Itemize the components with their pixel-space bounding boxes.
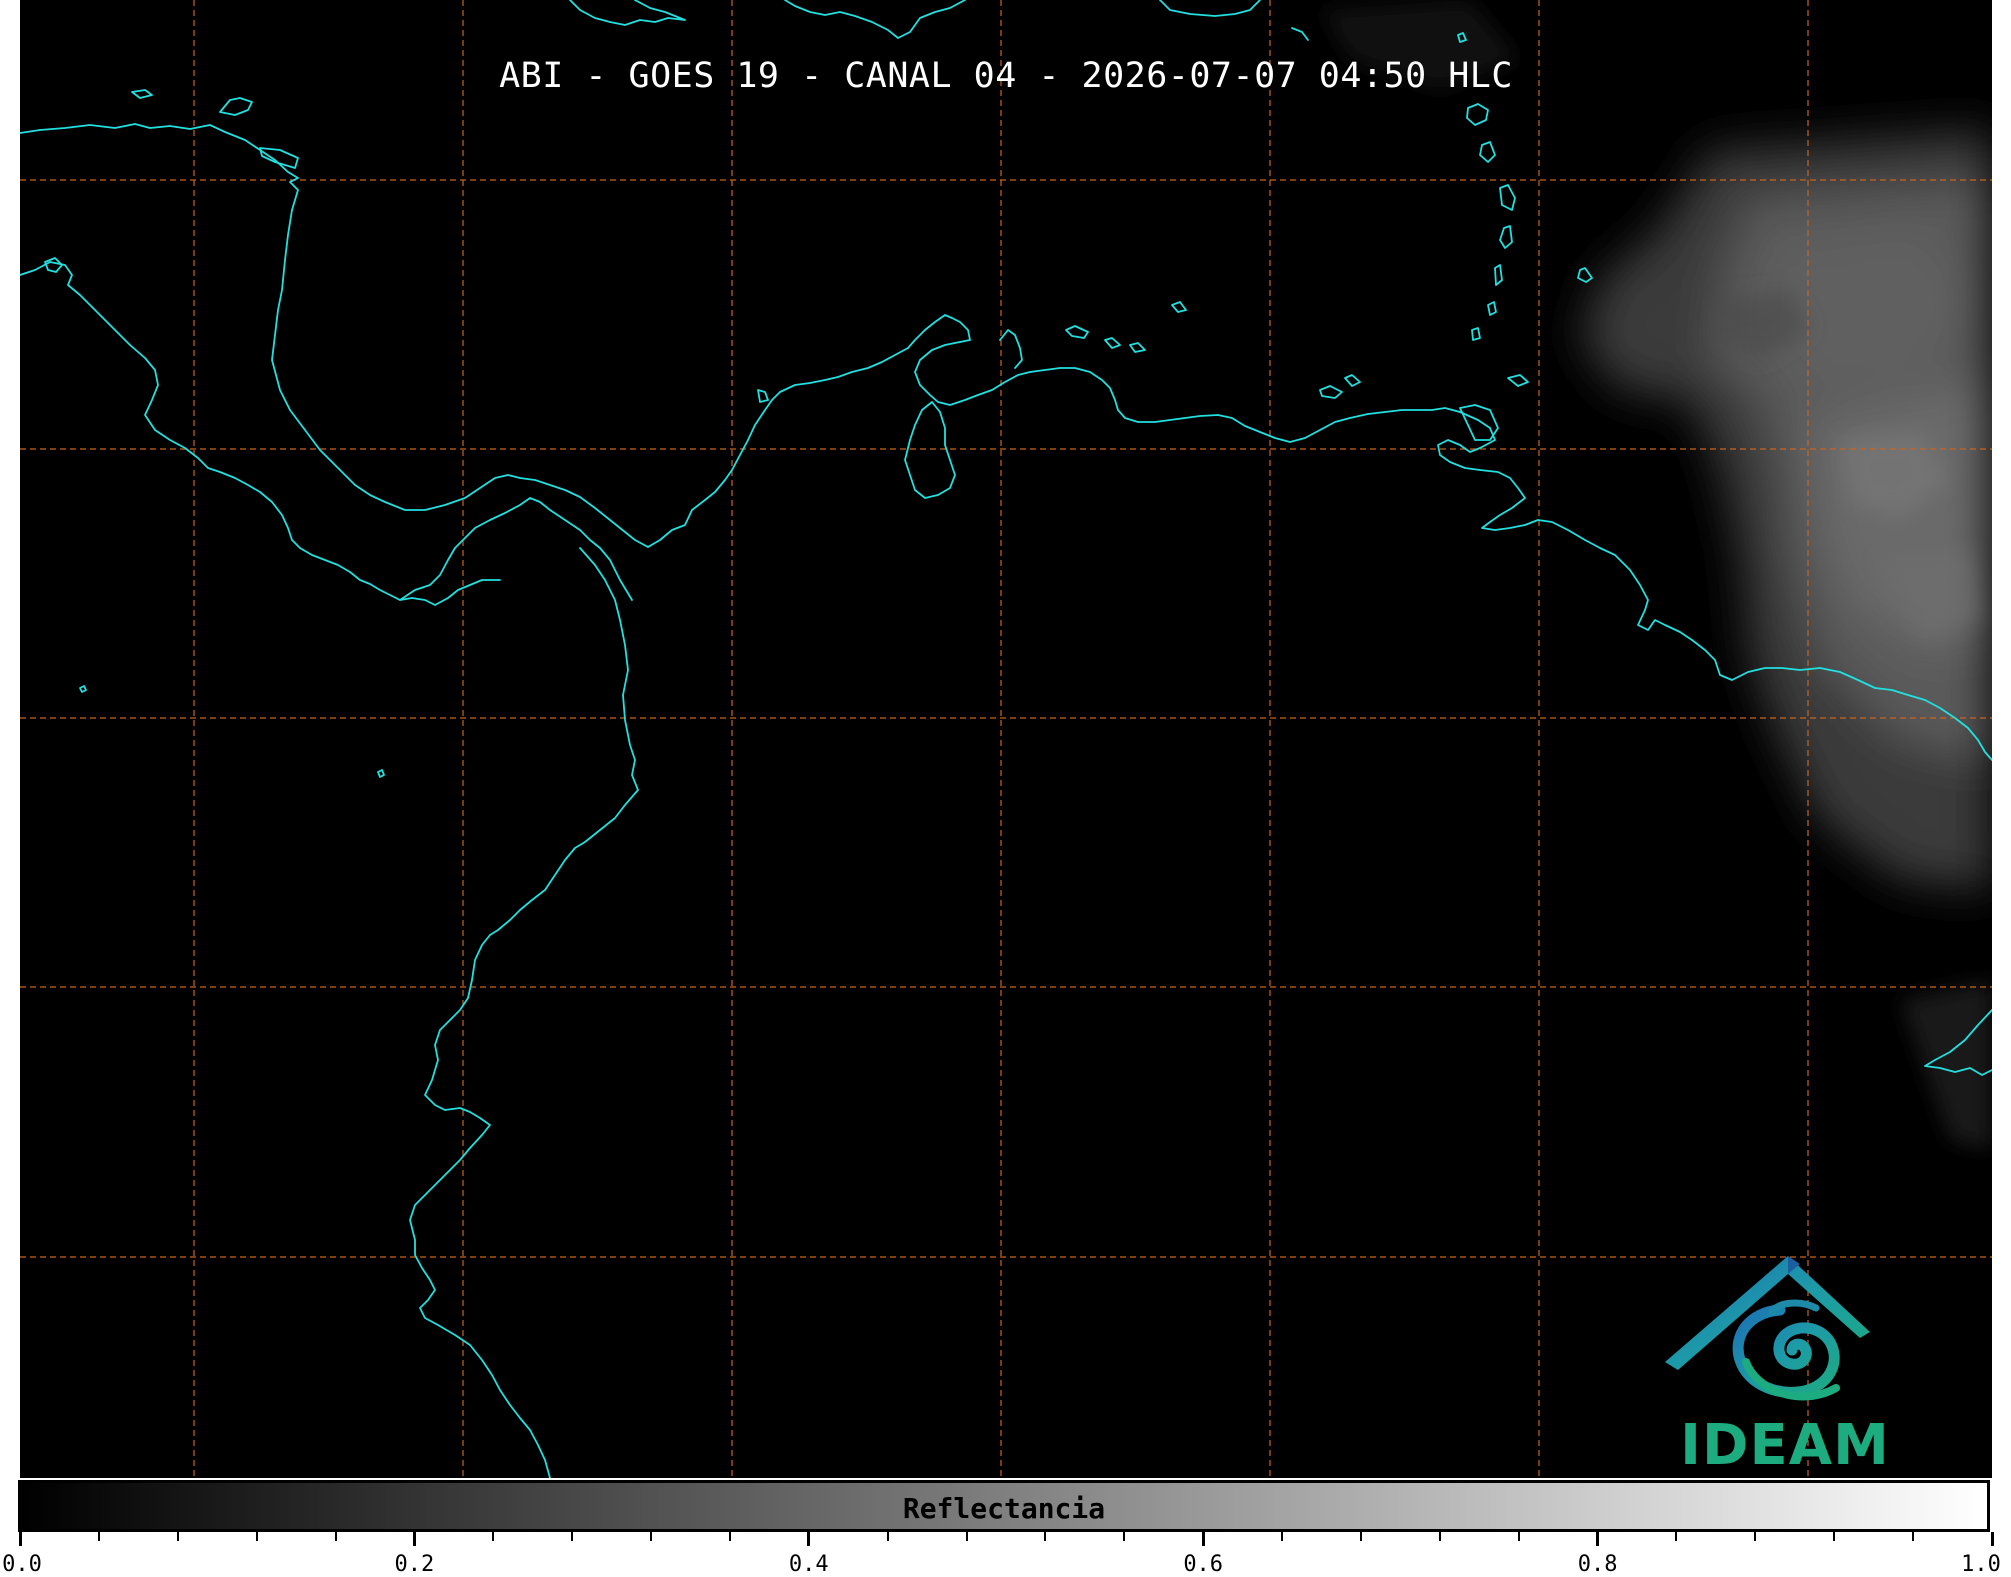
- colorbar-major-tick: [412, 1532, 416, 1546]
- colorbar-tick-label: 0.0: [2, 1552, 42, 1577]
- colorbar-minor-tick: [492, 1532, 495, 1541]
- coastline-guajira: [999, 329, 1023, 369]
- colorbar-minor-tick: [650, 1532, 653, 1541]
- island-antilles: [1479, 141, 1496, 163]
- cloud-field: [1580, 130, 1992, 890]
- island-antilles: [1499, 184, 1516, 211]
- colorbar-minor-tick: [886, 1532, 889, 1541]
- colorbar-minor-tick: [97, 1532, 100, 1541]
- coastline-puerto-rico: [1159, 0, 1261, 17]
- island-tobago: [1507, 374, 1529, 387]
- colorbar-minor-tick: [1754, 1532, 1757, 1541]
- colorbar-major-tick: [1990, 1532, 1994, 1546]
- coastline-hispaniola: [784, 0, 966, 39]
- island-caribbean: [44, 257, 63, 273]
- island-san-andres: [757, 389, 769, 403]
- island-antilles: [1494, 264, 1503, 286]
- colorbar: Reflectancia: [18, 1480, 1990, 1532]
- colorbar-tick-label: 0.6: [1183, 1552, 1224, 1577]
- colorbar-minor-tick: [255, 1532, 258, 1541]
- colorbar-minor-tick: [1833, 1532, 1836, 1541]
- colorbar-minor-tick: [1123, 1532, 1126, 1541]
- coastline-cuba: [569, 0, 686, 26]
- colorbar-minor-tick: [1438, 1532, 1441, 1541]
- colorbar-minor-tick: [1517, 1532, 1520, 1541]
- lake-maracaibo: [904, 401, 956, 499]
- island-margarita: [1319, 385, 1343, 399]
- colorbar-minor-tick: [728, 1532, 731, 1541]
- colorbar-major-tick: [807, 1532, 811, 1546]
- coastline-colombia-pacific: [409, 547, 639, 1478]
- island-caribbean: [259, 147, 299, 169]
- logo-text: IDEAM: [1680, 1413, 1890, 1478]
- colorbar-tick-label: 0.2: [394, 1552, 435, 1577]
- island-abc: [1104, 337, 1121, 349]
- island-barbados: [1577, 267, 1593, 283]
- island-caribbean: [219, 97, 253, 116]
- island-malpelo: [79, 685, 87, 693]
- ideam-logo: IDEAM: [1660, 1250, 1910, 1478]
- colorbar-minor-tick: [1044, 1532, 1047, 1541]
- colorbar-major-tick: [1201, 1532, 1205, 1546]
- colorbar-minor-tick: [965, 1532, 968, 1541]
- island-abc: [1065, 325, 1089, 339]
- colorbar-tick-label: 0.8: [1577, 1552, 1618, 1577]
- coastline-panama: [399, 497, 633, 601]
- island-antilles: [1471, 327, 1481, 341]
- colorbar-tick-label: 0.4: [788, 1552, 829, 1577]
- colorbar-minor-tick: [176, 1532, 179, 1541]
- colorbar-minor-tick: [1359, 1532, 1362, 1541]
- colorbar-tick-label: 1.0: [1961, 1552, 2001, 1577]
- colorbar-ticks: 0.0 0.2 0.4 0.6 0.8 1.0: [0, 1532, 2011, 1577]
- island-abc: [1129, 342, 1146, 353]
- ideam-mountain-swirl-icon: [1665, 1256, 1870, 1401]
- coastline-small-antilles: [1291, 27, 1309, 41]
- colorbar-major-tick: [1596, 1532, 1600, 1546]
- colorbar-minor-tick: [571, 1532, 574, 1541]
- island-antilles: [1487, 301, 1497, 316]
- coastline-pacific-central-america: [20, 261, 501, 606]
- island-caribbean: [1344, 374, 1361, 387]
- colorbar-label: Reflectancia: [902, 1492, 1106, 1525]
- island-caribbean: [1171, 301, 1187, 313]
- satellite-map-panel: ABI - GOES 19 - CANAL 04 - 2026-07-07 04…: [20, 0, 1992, 1478]
- island-antilles: [1499, 225, 1513, 249]
- coastline-caribbean-colombia: [647, 314, 1461, 548]
- island-gorgona: [377, 769, 385, 778]
- coastline-central-america: [20, 123, 649, 548]
- colorbar-minor-tick: [1675, 1532, 1678, 1541]
- colorbar-major-tick: [18, 1532, 22, 1546]
- map-title: ABI - GOES 19 - CANAL 04 - 2026-07-07 04…: [499, 56, 1513, 96]
- colorbar-minor-tick: [1912, 1532, 1915, 1541]
- colorbar-minor-tick: [334, 1532, 337, 1541]
- colorbar-minor-tick: [1281, 1532, 1284, 1541]
- island-antilles: [1466, 103, 1489, 126]
